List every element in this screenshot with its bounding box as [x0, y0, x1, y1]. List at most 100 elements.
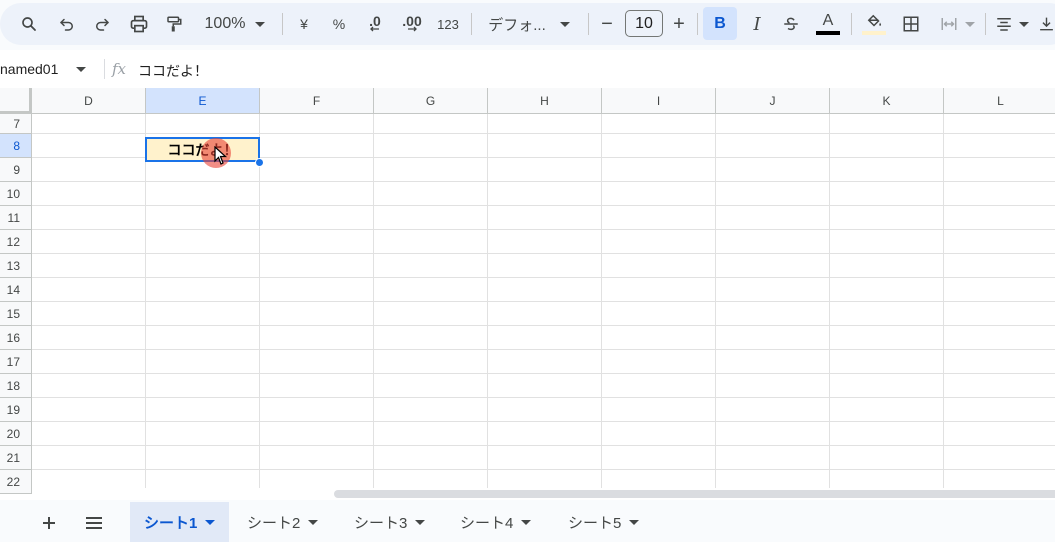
- grid-row-line: [32, 229, 1055, 230]
- grid-row-line: [32, 253, 1055, 254]
- paint-format-icon[interactable]: [161, 10, 187, 38]
- scrollbar-thumb[interactable]: [334, 490, 1055, 498]
- font-size-input[interactable]: 10: [625, 10, 663, 37]
- column-header-k[interactable]: K: [830, 88, 944, 114]
- select-all-corner[interactable]: [0, 88, 32, 114]
- print-icon[interactable]: [126, 10, 152, 38]
- name-box[interactable]: named01: [0, 61, 58, 77]
- decrease-font-size-button[interactable]: −: [596, 10, 618, 38]
- column-header-j[interactable]: J: [716, 88, 830, 114]
- grid-row-line: [32, 301, 1055, 302]
- sheet-tab-label: シート2: [247, 514, 301, 532]
- font-select[interactable]: デフォ...: [480, 10, 578, 38]
- menu-icon: [86, 517, 102, 529]
- row-header-16[interactable]: 16: [0, 326, 32, 350]
- strikethrough-button[interactable]: [778, 10, 804, 38]
- fx-icon: fx: [112, 60, 127, 78]
- chevron-down-icon[interactable]: [415, 519, 426, 525]
- percent-format-button[interactable]: %: [327, 10, 351, 38]
- row-header-19[interactable]: 19: [0, 398, 32, 422]
- column-header-i[interactable]: I: [602, 88, 716, 114]
- row-header-12[interactable]: 12: [0, 230, 32, 254]
- toolbar-divider: [471, 13, 472, 35]
- currency-format-button[interactable]: ¥: [292, 10, 316, 38]
- toolbar-divider: [282, 13, 283, 35]
- zoom-select[interactable]: 100%: [196, 10, 274, 38]
- horizontal-scrollbar[interactable]: [32, 488, 1055, 500]
- row-header-22[interactable]: 22: [0, 470, 32, 494]
- currency-label: ¥: [300, 16, 308, 32]
- chevron-down-icon[interactable]: [308, 519, 319, 525]
- row-header-18[interactable]: 18: [0, 374, 32, 398]
- row-header-14[interactable]: 14: [0, 278, 32, 302]
- sheet-tab-5[interactable]: シート5: [554, 502, 653, 542]
- merge-cells-button[interactable]: [934, 10, 980, 38]
- increase-decimal-button[interactable]: .00: [396, 10, 428, 38]
- merge-cells-icon: [941, 18, 957, 30]
- borders-button[interactable]: [898, 10, 924, 38]
- sheet-tab-2[interactable]: シート2: [233, 502, 332, 542]
- formula-bar: named01 fx ココだよ！: [0, 50, 1055, 88]
- row-header-13[interactable]: 13: [0, 254, 32, 278]
- chevron-down-icon[interactable]: [521, 519, 532, 525]
- column-header-e[interactable]: E: [146, 88, 260, 114]
- add-sheet-button[interactable]: [36, 510, 62, 536]
- sheet-tab-1[interactable]: シート1: [130, 502, 230, 542]
- row-header-17[interactable]: 17: [0, 350, 32, 374]
- toolbar: 100% ¥ % .0 .00 123 デフォ... − 10 + B I A: [0, 0, 1055, 48]
- grid-column-line: [487, 114, 488, 500]
- plus-icon: +: [673, 12, 685, 35]
- grid-row-line: [32, 133, 1055, 134]
- chevron-down-icon[interactable]: [629, 519, 640, 525]
- redo-icon[interactable]: [89, 10, 115, 38]
- grid-row-line: [32, 397, 1055, 398]
- bold-button[interactable]: B: [703, 7, 737, 40]
- row-header-11[interactable]: 11: [0, 206, 32, 230]
- row-header-7[interactable]: 7: [0, 114, 32, 134]
- column-header-h[interactable]: H: [488, 88, 602, 114]
- italic-button[interactable]: I: [744, 10, 770, 38]
- grid-column-line: [145, 114, 146, 500]
- sheet-tab-label: シート1: [144, 514, 198, 532]
- borders-icon: [903, 16, 919, 32]
- grid-column-line: [943, 114, 944, 500]
- sheet-tab-4[interactable]: シート4: [446, 502, 545, 542]
- toolbar-divider: [697, 13, 698, 35]
- sheet-tab-3[interactable]: シート3: [340, 502, 439, 542]
- grid-row-line: [32, 349, 1055, 350]
- sheet-grid[interactable]: DEFGHIJKL78910111213141516171819202122 コ…: [0, 88, 1055, 500]
- column-header-g[interactable]: G: [374, 88, 488, 114]
- chevron-down-icon: [255, 21, 266, 27]
- increase-font-size-button[interactable]: +: [668, 10, 690, 38]
- chevron-down-icon[interactable]: [76, 67, 86, 72]
- toolbar-divider: [985, 13, 986, 35]
- grid-row-line: [32, 421, 1055, 422]
- strikethrough-icon: [784, 17, 798, 31]
- sheet-bar: シート1 シート2 シート3 シート4 シート5: [0, 500, 1055, 542]
- undo-icon[interactable]: [54, 10, 80, 38]
- fill-color-button[interactable]: [860, 10, 888, 38]
- horizontal-align-button[interactable]: [992, 10, 1032, 38]
- search-menus-icon[interactable]: [16, 10, 42, 38]
- row-header-10[interactable]: 10: [0, 182, 32, 206]
- row-header-8[interactable]: 8: [0, 134, 32, 158]
- all-sheets-button[interactable]: [80, 510, 108, 536]
- row-header-20[interactable]: 20: [0, 422, 32, 446]
- decrease-decimal-button[interactable]: .0: [360, 10, 390, 38]
- text-color-swatch: [816, 30, 840, 35]
- vertical-align-button[interactable]: [1038, 10, 1055, 38]
- row-header-21[interactable]: 21: [0, 446, 32, 470]
- fill-handle[interactable]: [255, 158, 264, 167]
- sheet-tab-label: シート4: [460, 514, 514, 532]
- row-header-9[interactable]: 9: [0, 158, 32, 182]
- grid-row-line: [32, 373, 1055, 374]
- align-center-icon: [997, 18, 1011, 31]
- column-header-l[interactable]: L: [944, 88, 1055, 114]
- column-header-d[interactable]: D: [32, 88, 146, 114]
- text-color-button[interactable]: A: [813, 10, 843, 38]
- row-header-15[interactable]: 15: [0, 302, 32, 326]
- more-formats-button[interactable]: 123: [434, 10, 462, 38]
- formula-input[interactable]: ココだよ！: [138, 61, 208, 81]
- chevron-down-icon[interactable]: [205, 519, 216, 525]
- column-header-f[interactable]: F: [260, 88, 374, 114]
